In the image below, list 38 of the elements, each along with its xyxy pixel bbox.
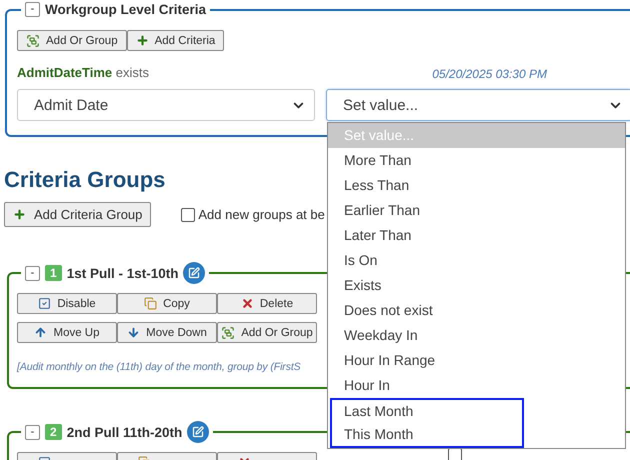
delete-icon [240,297,254,310]
checkbox[interactable] [181,208,196,222]
checkbox[interactable] [448,448,462,460]
collapse-button[interactable]: - [25,424,40,440]
section-heading: Criteria Groups [4,167,166,193]
plus-icon [13,208,26,221]
toolbar-button[interactable]: Add Or Group [17,30,127,51]
group-title: 1st Pull - 1st-10th [66,266,178,280]
arrow-down-icon [127,326,140,339]
collapse-button[interactable]: - [25,2,40,17]
toolbar-button[interactable]: Add Criteria [126,30,224,51]
group-number: 1 [45,265,62,281]
timestamp: 05/20/2025 03:30 PM [432,67,547,81]
group-description: [Audit monthly on the (11th) day of the month, group by (FirstS [17,361,301,373]
field-select[interactable]: Admit Date [17,89,315,121]
add-group-button[interactable]: Add Criteria Group [4,202,152,227]
group-title: 2nd Pull 11th-20th [66,424,182,440]
group-button[interactable]: Add Or Group [217,322,317,343]
arrow-up-icon [34,326,48,339]
checkbox-icon [38,297,52,310]
group-button[interactable]: Disable [17,293,117,314]
group-number: 2 [45,424,62,440]
panel-title: Workgroup Level Criteria [45,2,206,17]
edit-icon [188,267,200,279]
edit-button[interactable] [183,262,206,284]
group-icon [221,326,236,340]
group-button[interactable]: Copy [117,293,217,314]
copy-icon [144,297,158,310]
collapse-button[interactable]: - [25,266,40,280]
edit-icon [192,426,204,438]
group-button[interactable]: Move Up [17,322,117,343]
criterion-text: AdmitDateTime exists [17,65,149,81]
plus-icon [136,34,149,47]
group-icon [26,34,40,48]
group-button[interactable]: Move Down [117,322,217,343]
group-button[interactable]: Delete [217,293,317,314]
edit-button[interactable] [187,421,210,443]
checkbox-label[interactable]: Add new groups at be [181,207,325,222]
